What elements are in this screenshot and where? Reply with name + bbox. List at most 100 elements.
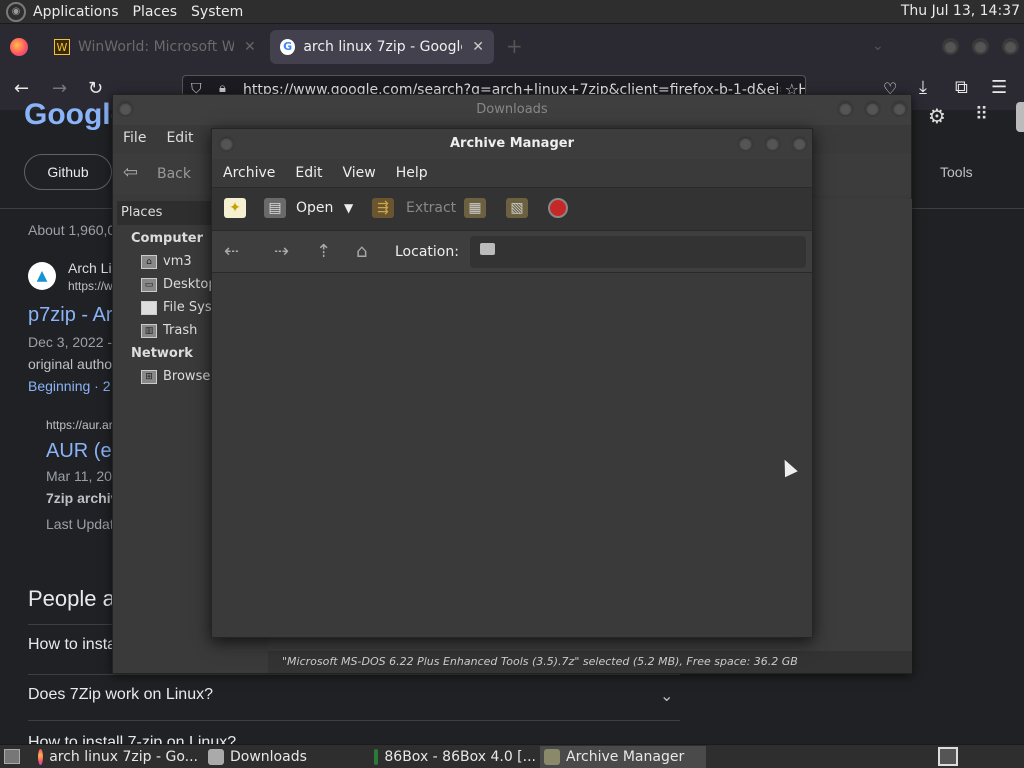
close-button[interactable]	[791, 135, 808, 152]
hamburger-menu-icon[interactable]: ☰	[991, 77, 1007, 98]
chevron-down-icon[interactable]: ⌄	[660, 686, 673, 705]
menu-archive[interactable]: Archive	[213, 165, 285, 181]
system-menu[interactable]: System	[184, 4, 250, 20]
show-desktop-icon[interactable]	[4, 749, 20, 764]
minimize-button[interactable]	[737, 135, 754, 152]
place-filesystem[interactable]: File Syst	[141, 300, 217, 315]
up-arrow-icon[interactable]: ⇡	[316, 241, 331, 262]
place-desktop[interactable]: ▭ Desktop	[141, 277, 217, 292]
location-field[interactable]	[470, 236, 806, 268]
people-also-ask-heading: People a	[28, 586, 115, 611]
new-tab-button[interactable]: +	[506, 34, 523, 58]
downloads-icon[interactable]: ⤓	[919, 77, 927, 98]
result1-url[interactable]: https://w	[68, 279, 113, 293]
place-vm3[interactable]: ⌂ vm3	[141, 254, 192, 269]
reload-icon[interactable]: ↻	[88, 78, 103, 99]
result2-title[interactable]: AUR (e	[46, 440, 112, 463]
add-folder-icon: ▧	[506, 198, 528, 218]
window-menu-button[interactable]	[218, 135, 235, 152]
forward-arrow-icon[interactable]: →	[52, 78, 67, 99]
firefox-tab-bar: W WinWorld: Microsoft Wi ✕ G arch linux …	[0, 24, 1024, 70]
settings-gear-icon[interactable]: ⚙	[928, 104, 946, 128]
menu-help[interactable]: Help	[386, 165, 438, 181]
close-window-button[interactable]	[1002, 38, 1019, 55]
filter-chip-github[interactable]: Github	[24, 154, 112, 190]
network-heading: Network	[131, 346, 193, 361]
minimize-button[interactable]	[837, 100, 854, 117]
list-all-tabs-icon[interactable]: ⌄	[872, 38, 884, 54]
desktop-icon: ▭	[141, 277, 157, 292]
folder-icon	[208, 749, 224, 765]
menu-view[interactable]: View	[333, 165, 386, 181]
paa-question-1[interactable]: How to insta	[28, 636, 116, 654]
tools-button[interactable]: Tools	[940, 164, 973, 180]
task-firefox[interactable]: arch linux 7zip - Go...	[34, 746, 198, 768]
winworld-favicon-icon: W	[54, 39, 70, 55]
archive-file-list[interactable]	[212, 273, 812, 637]
applications-menu[interactable]: Applications	[26, 4, 126, 20]
results-count: About 1,960,0	[28, 222, 116, 238]
result1-date: Dec 3, 2022 -	[28, 334, 113, 350]
result2-snippet: 7zip archiv	[46, 490, 119, 506]
places-menu[interactable]: Places	[126, 4, 185, 20]
place-browse-network[interactable]: ⊞ Browse I	[141, 369, 218, 384]
archive-manager-toolbar: ✦ ▤ Open ▼ ⇶ Extract ▦ ▧	[212, 187, 812, 231]
workspace-switcher[interactable]	[938, 747, 958, 766]
result2-url[interactable]: https://aur.ar	[46, 418, 113, 432]
add-folder-button[interactable]: ▧	[506, 198, 528, 218]
task-archive-manager[interactable]: Archive Manager	[540, 746, 706, 768]
drive-icon	[141, 300, 157, 315]
maximize-button[interactable]	[864, 100, 881, 117]
result1-sitelinks[interactable]: Beginning · 2	[28, 378, 111, 394]
add-files-icon: ▦	[464, 198, 486, 218]
maximize-button[interactable]	[764, 135, 781, 152]
stop-button[interactable]	[548, 198, 568, 218]
forward-arrow-icon[interactable]: ⇢	[274, 241, 289, 262]
open-button[interactable]: ▤ Open	[264, 198, 333, 218]
firefox-logo-icon[interactable]	[10, 38, 28, 56]
task-86box[interactable]: 86Box - 86Box 4.0 [...	[370, 746, 536, 768]
paa-question-2[interactable]: Does 7Zip work on Linux?	[28, 686, 213, 704]
computer-heading: Computer	[131, 231, 204, 246]
extensions-icon[interactable]: ⧉	[955, 77, 968, 98]
back-arrow-icon[interactable]: ←	[14, 78, 29, 99]
window-title: Archive Manager	[450, 136, 574, 151]
back-button[interactable]: Back	[157, 166, 191, 182]
maximize-window-button[interactable]	[972, 38, 989, 55]
clock[interactable]: Thu Jul 13, 14:37	[901, 3, 1020, 19]
folder-icon	[480, 243, 495, 255]
google-favicon-icon: G	[280, 39, 296, 55]
tab-google-search[interactable]: G arch linux 7zip - Google Sear ✕	[270, 30, 494, 64]
home-folder-icon: ⌂	[141, 254, 157, 269]
close-tab-icon[interactable]: ✕	[472, 39, 484, 55]
paa-question-3[interactable]: How to install 7-zip on Linux?	[28, 734, 236, 744]
divider	[28, 674, 680, 675]
distro-logo-icon[interactable]: ◉	[6, 1, 26, 22]
close-tab-icon[interactable]: ✕	[244, 39, 256, 55]
task-downloads[interactable]: Downloads	[204, 746, 364, 768]
new-archive-button[interactable]: ✦	[224, 198, 246, 218]
menu-edit[interactable]: Edit	[156, 130, 203, 146]
archive-manager-titlebar[interactable]: Archive Manager	[212, 129, 812, 159]
open-dropdown-arrow-icon[interactable]: ▼	[344, 201, 353, 215]
firefox-icon	[38, 749, 44, 765]
close-button[interactable]	[891, 100, 908, 117]
back-arrow-icon[interactable]: ⇠	[224, 241, 239, 262]
place-trash[interactable]: ▥ Trash	[141, 323, 197, 338]
archive-manager-icon	[544, 749, 560, 765]
apps-grid-icon[interactable]: ⠿	[975, 104, 988, 125]
window-menu-button[interactable]	[117, 100, 134, 117]
extract-button[interactable]: ⇶ Extract	[372, 198, 456, 218]
back-arrow-icon[interactable]: ⇦	[123, 162, 138, 183]
add-files-button[interactable]: ▦	[464, 198, 486, 218]
result1-title[interactable]: p7zip - Ar	[28, 304, 112, 327]
open-archive-icon: ▤	[264, 198, 286, 218]
bottom-taskbar: arch linux 7zip - Go... Downloads 86Box …	[0, 744, 1024, 768]
account-avatar[interactable]	[1016, 102, 1024, 132]
menu-edit[interactable]: Edit	[285, 165, 332, 181]
tab-winworld[interactable]: W WinWorld: Microsoft Wi ✕	[44, 30, 268, 64]
menu-file[interactable]: File	[113, 130, 156, 146]
home-icon[interactable]: ⌂	[356, 241, 367, 262]
minimize-window-button[interactable]	[942, 38, 959, 55]
downloads-titlebar[interactable]: Downloads	[113, 95, 911, 125]
